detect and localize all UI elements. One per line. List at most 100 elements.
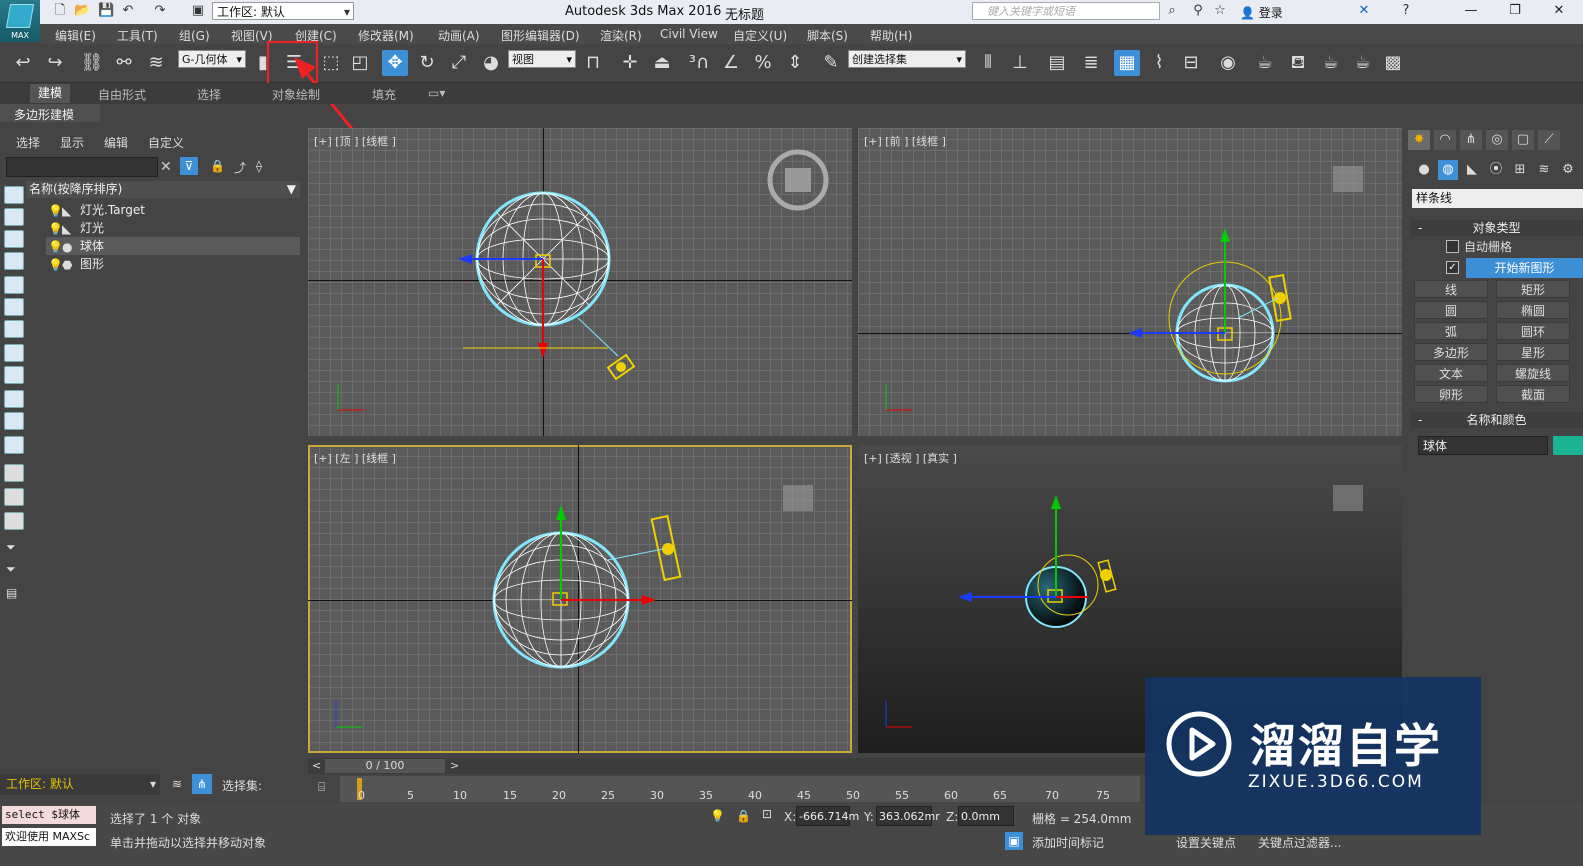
geometry-icon[interactable]: ● [1414,160,1434,180]
systems-icon[interactable]: ⚙ [1558,160,1578,180]
rollout-object-type[interactable]: - 对象类型 [1410,220,1583,236]
search-input[interactable]: 键入关键字或短语 [972,2,1160,20]
motion-tab-icon[interactable]: ◎ [1486,130,1508,150]
close-button[interactable]: ✕ [1546,2,1572,20]
create-tab-icon[interactable]: ✸ [1408,130,1430,150]
app-logo-button[interactable]: MAX [0,0,40,42]
set-key-label[interactable]: 设置关键点 [1176,834,1236,851]
pivot-center-icon[interactable]: ⊓ [580,50,606,76]
workspace-dropdown[interactable]: 工作区: 默认 ▾ [212,2,354,20]
display-none-icon[interactable] [4,488,24,506]
line-button[interactable]: 线 [1414,280,1488,298]
rendered-frame-window-icon[interactable]: ⛾ [1285,50,1311,76]
y-coordinate-field[interactable]: 363.062mr [876,806,940,826]
spinner-snap-icon[interactable]: ⇕ [782,50,808,76]
display-xrefs-icon[interactable] [4,344,24,362]
mirror-icon[interactable]: ⫴ [975,50,1001,76]
menu-edit[interactable]: 编辑(E) [55,27,96,44]
render-production-icon[interactable]: ☕ [1318,50,1344,76]
viewport-front[interactable]: [+] [前 ] [线框 ] [858,128,1402,436]
explorer-column-header[interactable]: 名称(按降序排序) ▼ [26,181,300,198]
explorer-settings-icon[interactable]: ▤ [6,586,17,600]
redo-icon[interactable]: ↪ [42,50,68,76]
utilities-tab-icon[interactable]: ⟋ [1538,130,1560,150]
snaps-toggle-icon[interactable]: ³∩ [686,50,712,76]
percent-snap-icon[interactable]: % [750,50,776,76]
maxscript-listener-output[interactable]: select $球体 [2,806,96,824]
add-time-tag[interactable]: 添加时间标记 [1032,834,1104,851]
hierarchy-tab-icon[interactable]: ⋔ [1460,130,1482,150]
display-geometry-icon[interactable] [4,186,24,204]
curve-editor-icon[interactable]: ⌇ [1146,50,1172,76]
login-button[interactable]: 👤 登录 [1240,4,1283,21]
ngon-button[interactable]: 多边形 [1414,343,1488,361]
display-shapes-icon[interactable] [4,208,24,226]
display-frozen-icon[interactable] [4,412,24,430]
project-folder-icon[interactable]: ▣ [190,3,206,19]
lightbulb-icon[interactable]: 💡 [48,202,63,220]
time-slider-thumb[interactable]: 0 / 100 [325,759,445,773]
layer-explorer-icon[interactable]: ≣ [1078,50,1104,76]
text-button[interactable]: 文本 [1414,364,1488,382]
undo-icon[interactable]: ↶ [120,3,136,19]
new-file-icon[interactable]: 🗋 [52,3,68,19]
select-and-scale-icon[interactable]: ⤢ [446,50,472,76]
ribbon-tab-freeform[interactable]: 自由形式 [98,86,146,103]
section-button[interactable]: 截面 [1496,385,1570,403]
rectangle-button[interactable]: 矩形 [1496,280,1570,298]
align-icon[interactable]: ⊥ [1007,50,1033,76]
display-containers-icon[interactable] [4,390,24,408]
lightbulb-icon[interactable]: 💡 [48,238,63,256]
circle-button[interactable]: 圆 [1414,301,1488,319]
layers-icon[interactable]: ≋ [172,777,182,791]
x-coordinate-field[interactable]: -666.714m [796,806,859,826]
list-item[interactable]: 💡 ◣ 灯光 [46,219,300,237]
display-invert-icon[interactable] [4,512,24,530]
menu-scripting[interactable]: 脚本(S) [807,27,848,44]
open-file-icon[interactable]: 📂 [74,3,90,19]
mini-curve-editor-icon[interactable]: ⌸ [318,780,325,795]
lightbulb-icon[interactable]: 💡 [48,256,63,274]
selection-lock-icon[interactable]: 🔒 [736,809,751,823]
next-frame-icon[interactable]: > [450,759,459,772]
funnel-icon[interactable]: ⏷ [6,540,16,555]
shape-category-dropdown[interactable]: 样条线 [1412,189,1583,208]
explorer-tab-customize[interactable]: 自定义 [148,134,184,151]
menu-graph-editors[interactable]: 图形编辑器(D) [501,27,580,44]
explorer-search-input[interactable] [6,157,158,177]
display-groups-icon[interactable] [4,320,24,338]
viewport-top[interactable]: [+] [顶 ] [线框 ] [308,128,852,436]
material-editor-icon[interactable]: ◉ [1215,50,1241,76]
display-helpers-icon[interactable] [4,276,24,294]
binoculars-icon[interactable]: ⌕ [1164,3,1180,19]
ribbon-subpanel[interactable]: 多边形建模 [0,104,100,122]
menu-civil-view[interactable]: Civil View [660,27,718,41]
render-iterative-icon[interactable]: ☕ [1350,50,1376,76]
space-warps-icon[interactable]: ≋ [1534,160,1554,180]
list-item[interactable]: 💡 ◣ 灯光.Target [46,201,300,219]
maximize-button[interactable]: ❐ [1502,2,1528,20]
display-lights-icon[interactable] [4,230,24,248]
object-name-field[interactable]: 球体 [1418,436,1548,455]
ellipse-button[interactable]: 椭圆 [1496,301,1570,319]
filter-icon[interactable]: ⊽ [180,157,198,175]
render-setup-icon[interactable]: ☕ [1252,50,1278,76]
toggle-scene-explorer-icon[interactable]: ▤ [1044,50,1070,76]
ribbon-options-icon[interactable]: ▭▾ [428,86,445,100]
z-coordinate-field[interactable]: 0.0mm [958,806,1014,826]
star-button[interactable]: 星形 [1496,343,1570,361]
helpers-icon[interactable]: ⊞ [1510,160,1530,180]
hierarchy-icon[interactable]: ⋔ [192,774,212,794]
ribbon-tab-modeling[interactable]: 建模 [30,84,71,103]
donut-button[interactable]: 圆环 [1496,322,1570,340]
key-filters-button[interactable]: 关键点过滤器... [1258,834,1341,851]
start-new-shape-button[interactable]: 开始新图形 [1466,258,1583,278]
list-item[interactable]: 💡 ⬣ 图形 [46,255,300,273]
bind-space-warp-icon[interactable]: ≋ [143,50,169,76]
manipulate-icon[interactable]: ✛ [617,50,643,76]
select-dependents-icon[interactable]: ⟠ [256,159,262,173]
start-new-shape-checkbox[interactable]: ✓ [1446,261,1459,274]
edit-named-selection-icon[interactable]: ✎ [818,50,844,76]
explorer-tab-select[interactable]: 选择 [16,134,40,151]
display-cameras-icon[interactable] [4,252,24,270]
